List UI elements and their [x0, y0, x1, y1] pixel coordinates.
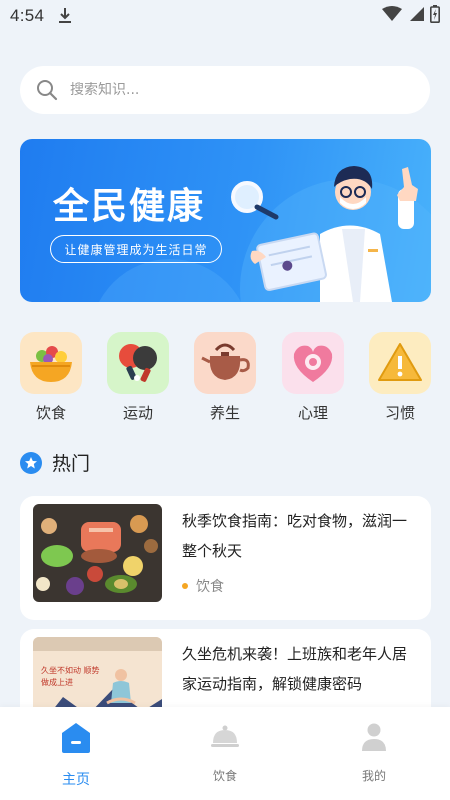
category-habits[interactable]: 习惯 [369, 332, 431, 423]
signal-icon [408, 6, 424, 27]
category-diet[interactable]: 饮食 [20, 332, 82, 423]
food-cloche-icon [207, 719, 243, 755]
download-icon [58, 7, 72, 25]
status-time: 4:54 [10, 6, 45, 25]
status-bar: 4:54 [0, 0, 450, 32]
search-icon [36, 79, 58, 101]
search-bar[interactable] [20, 66, 430, 114]
category-label: 养生 [209, 404, 240, 422]
food-bowl-icon [20, 332, 82, 394]
nav-profile[interactable]: 我的 [334, 719, 414, 784]
nav-label: 我的 [361, 769, 386, 783]
tag-dot [182, 583, 188, 589]
bottom-nav: 主页 饮食 我的 [0, 707, 450, 800]
home-icon [58, 719, 94, 755]
ping-pong-icon [107, 332, 169, 394]
nav-diet[interactable]: 饮食 [185, 719, 265, 784]
category-label: 心理 [297, 404, 328, 422]
category-wellness[interactable]: 养生 [194, 332, 256, 423]
promo-banner[interactable]: 全民健康 让健康管理成为生活日常 [20, 139, 431, 302]
article-title: 久坐危机来袭！上班族和老年人居家运动指南，解锁健康密码 [182, 645, 408, 693]
banner-title: 全民健康 [53, 186, 206, 227]
nav-label: 主页 [62, 772, 90, 788]
category-label: 饮食 [35, 404, 66, 422]
battery-icon [430, 4, 440, 28]
heart-icon [282, 332, 344, 394]
article-tag-label: 饮食 [196, 579, 224, 595]
hot-section-header: 热门 [20, 449, 90, 476]
article-card[interactable]: 秋季饮食指南：吃对食物，滋润一整个秋天 饮食 [20, 496, 431, 620]
warning-icon [369, 332, 431, 394]
wifi-icon [382, 5, 402, 27]
article-thumbnail-caption: 久坐不如动 顺势做成上进 [41, 666, 100, 687]
category-grid: 饮食 运动 养生 心理 习惯 [20, 332, 431, 422]
article-title: 秋季饮食指南：吃对食物，滋润一整个秋天 [182, 512, 408, 560]
search-input[interactable] [70, 82, 390, 98]
section-title: 热门 [52, 453, 91, 475]
user-icon [356, 719, 392, 755]
nav-home[interactable]: 主页 [36, 719, 116, 789]
banner-subtitle: 让健康管理成为生活日常 [50, 235, 222, 263]
star-icon [20, 451, 42, 474]
category-label: 运动 [122, 404, 153, 422]
article-tag: 饮食 [182, 576, 224, 596]
category-label: 习惯 [384, 404, 415, 422]
category-psychology[interactable]: 心理 [282, 332, 344, 423]
category-exercise[interactable]: 运动 [107, 332, 169, 423]
nav-label: 饮食 [212, 769, 237, 783]
teapot-icon [194, 332, 256, 394]
article-thumbnail [33, 504, 162, 602]
